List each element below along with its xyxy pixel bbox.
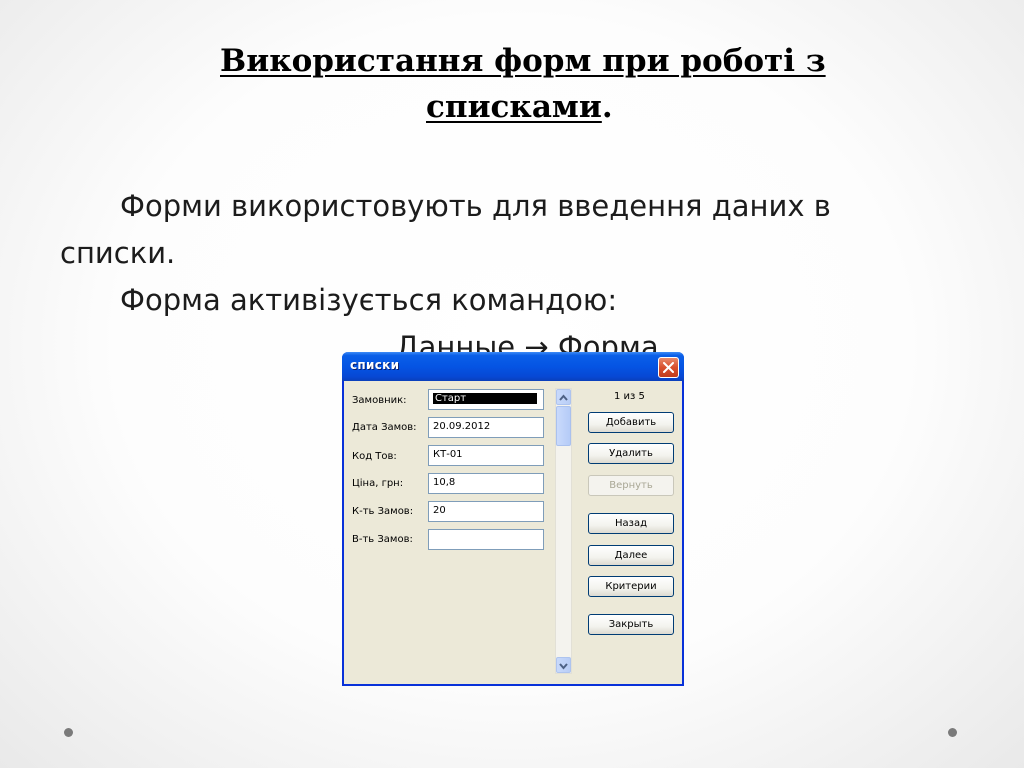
add-button[interactable]: Добавить — [588, 412, 674, 433]
body-line-2: списки. — [60, 236, 176, 270]
chevron-up-icon — [559, 394, 568, 401]
scroll-up-button[interactable] — [556, 389, 571, 405]
customer-value: Старт — [433, 393, 537, 404]
previous-button[interactable]: Назад — [588, 513, 674, 534]
restore-button[interactable]: Вернуть — [588, 475, 674, 496]
record-scrollbar[interactable] — [555, 388, 572, 674]
cost-input[interactable] — [428, 529, 544, 550]
record-counter: 1 из 5 — [614, 391, 645, 402]
title-line-1: Використання форм при роботі з — [220, 43, 826, 79]
close-window-button[interactable] — [658, 357, 679, 378]
quantity-input[interactable]: 20 — [428, 501, 544, 522]
title-period: . — [601, 89, 613, 125]
decorative-dot-right — [948, 728, 957, 737]
close-button[interactable]: Закрыть — [588, 614, 674, 635]
price-input[interactable]: 10,8 — [428, 473, 544, 494]
body-line-3: Форма активізується командою: — [120, 283, 618, 317]
field-label-price: Ціна, грн: — [352, 478, 404, 489]
next-button[interactable]: Далее — [588, 545, 674, 566]
product-code-input[interactable]: КТ-01 — [428, 445, 544, 466]
form-dialog: списки Замовник: Старт Дата Замов: 20.09… — [342, 352, 684, 686]
delete-button[interactable]: Удалить — [588, 443, 674, 464]
field-label-quantity: К-ть Замов: — [352, 506, 414, 517]
customer-input[interactable]: Старт — [428, 389, 544, 410]
scroll-down-button[interactable] — [556, 657, 571, 673]
chevron-down-icon — [559, 663, 568, 670]
field-label-customer: Замовник: — [352, 395, 407, 406]
dialog-title: списки — [350, 358, 400, 372]
field-label-cost: В-ть Замов: — [352, 534, 413, 545]
scroll-thumb[interactable] — [556, 406, 571, 446]
order-date-input[interactable]: 20.09.2012 — [428, 417, 544, 438]
decorative-dot-left — [64, 728, 73, 737]
dialog-titlebar[interactable]: списки — [342, 352, 684, 381]
close-icon — [663, 362, 674, 373]
body-line-1: Форми використовують для введення даних … — [120, 189, 831, 223]
title-line-2: списками — [426, 89, 602, 125]
field-label-product-code: Код Тов: — [352, 451, 397, 462]
criteria-button[interactable]: Критерии — [588, 576, 674, 597]
field-label-order-date: Дата Замов: — [352, 422, 417, 433]
